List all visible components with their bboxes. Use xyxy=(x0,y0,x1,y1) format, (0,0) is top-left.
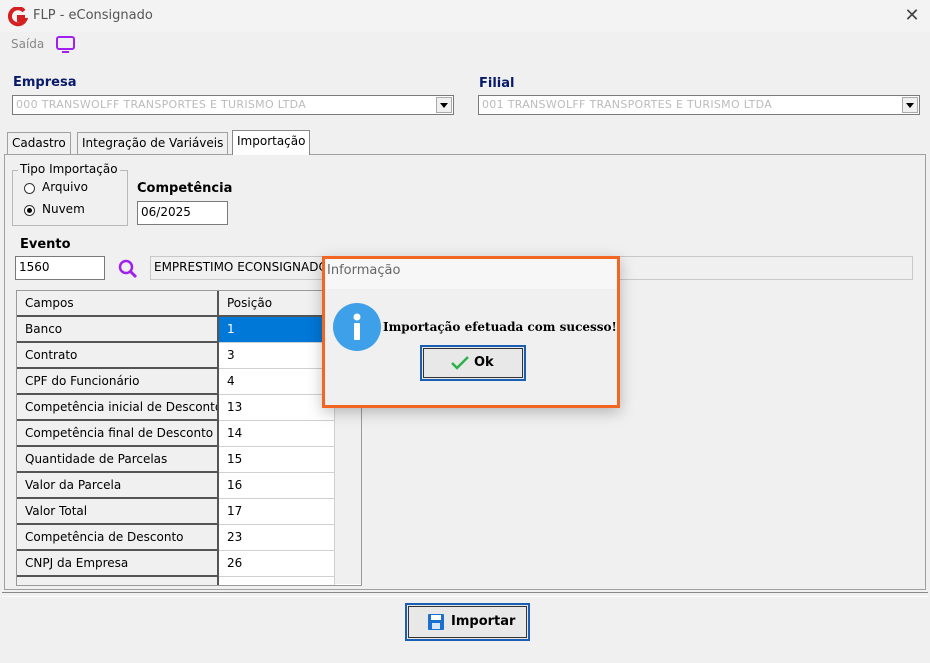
dialog-message: Importação efetuada com sucesso! xyxy=(383,320,617,334)
radio-nuvem-label[interactable]: Nuvem xyxy=(42,202,85,216)
monitor-icon[interactable] xyxy=(55,35,77,55)
grid-campo: Banco xyxy=(17,317,219,343)
grid-campo: Contrato xyxy=(17,343,219,369)
radio-nuvem[interactable] xyxy=(24,205,35,216)
info-icon xyxy=(333,303,381,351)
grid-campo: Competência final de Desconto xyxy=(17,421,219,447)
grid-posicao-input[interactable]: 26 xyxy=(219,551,335,577)
grid-posicao-input[interactable]: 1 xyxy=(219,317,335,343)
grid-campo: CNPJ da Empresa xyxy=(17,551,219,577)
importar-button[interactable]: Importar xyxy=(405,603,530,641)
filial-value: 001 TRANSWOLFF TRANSPORTES E TURISMO LTD… xyxy=(482,98,773,111)
close-icon[interactable]: ✕ xyxy=(902,6,922,26)
search-icon[interactable] xyxy=(117,258,139,280)
grid-campo-partial xyxy=(17,577,219,585)
evento-code-input[interactable]: 1560 xyxy=(15,256,105,280)
app-logo-icon xyxy=(8,7,28,27)
tipo-importacao-title: Tipo Importação xyxy=(18,162,120,176)
dialog-title: Informação xyxy=(327,263,401,278)
grid-posicao-input[interactable]: 16 xyxy=(219,473,335,499)
ok-label: Ok xyxy=(474,355,494,370)
evento-label: Evento xyxy=(20,237,71,252)
footer-divider xyxy=(2,592,928,597)
saida-button[interactable]: Saída xyxy=(11,37,44,51)
ok-button[interactable]: Ok xyxy=(420,345,526,381)
grid-posicao-input[interactable]: 13 xyxy=(219,395,335,421)
chevron-down-icon[interactable] xyxy=(902,97,918,113)
grid-campo: CPF do Funcionário xyxy=(17,369,219,395)
radio-arquivo-label[interactable]: Arquivo xyxy=(42,180,88,194)
filial-select[interactable]: 001 TRANSWOLFF TRANSPORTES E TURISMO LTD… xyxy=(478,95,920,115)
grid-campo: Competência de Desconto xyxy=(17,525,219,551)
grid-posicao-input[interactable]: 15 xyxy=(219,447,335,473)
radio-arquivo[interactable] xyxy=(24,183,35,194)
grid-campo: Quantidade de Parcelas xyxy=(17,447,219,473)
empresa-value: 000 TRANSWOLFF TRANSPORTES E TURISMO LTD… xyxy=(16,98,307,111)
grid-campo: Valor da Parcela xyxy=(17,473,219,499)
grid-campo: Valor Total xyxy=(17,499,219,525)
filial-label: Filial xyxy=(479,76,515,91)
tab-importacao[interactable]: Importação xyxy=(232,130,311,155)
competencia-input[interactable]: 06/2025 xyxy=(137,201,228,225)
chevron-down-icon[interactable] xyxy=(436,97,452,113)
grid-posicao-input[interactable]: 14 xyxy=(219,421,335,447)
grid-header-posicao[interactable]: Posição xyxy=(219,291,335,317)
grid-posicao-input[interactable]: 4 xyxy=(219,369,335,395)
toolbar xyxy=(0,32,930,60)
grid-posicao-input[interactable]: 23 xyxy=(219,525,335,551)
competencia-label: Competência xyxy=(137,181,233,196)
grid-posicao-input[interactable]: 17 xyxy=(219,499,335,525)
importar-label: Importar xyxy=(451,614,516,629)
grid-posicao-input[interactable]: 3 xyxy=(219,343,335,369)
grid-campo: Competência inicial de Desconto xyxy=(17,395,219,421)
tab-cadastro[interactable]: Cadastro xyxy=(7,132,71,154)
save-disk-icon xyxy=(428,614,444,630)
checkmark-icon xyxy=(451,356,469,370)
window-title: FLP - eConsignado xyxy=(33,8,153,23)
tipo-importacao-group xyxy=(12,170,128,226)
tab-integracao-variaveis[interactable]: Integração de Variáveis xyxy=(77,132,229,154)
grid-header-campos[interactable]: Campos xyxy=(17,291,219,317)
empresa-label: Empresa xyxy=(13,75,77,90)
campos-grid[interactable]: Campos Posição Banco 1 Contrato 3 CPF do… xyxy=(16,290,362,586)
empresa-select[interactable]: 000 TRANSWOLFF TRANSPORTES E TURISMO LTD… xyxy=(12,95,454,115)
info-dialog: Informação Importação efetuada com suces… xyxy=(322,256,620,408)
grid-posicao-partial[interactable] xyxy=(219,577,335,585)
